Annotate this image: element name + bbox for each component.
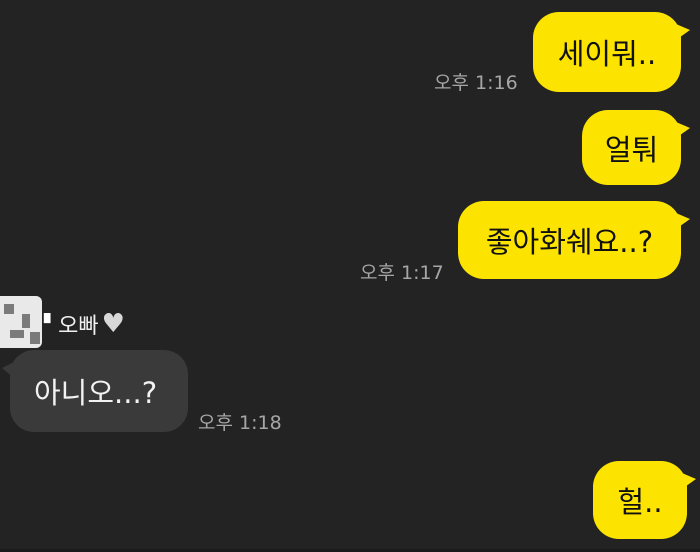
message-timestamp: 오후 1:16 <box>434 72 518 94</box>
message-timestamp: 오후 1:18 <box>198 412 282 434</box>
message-timestamp: 오후 1:17 <box>360 262 444 284</box>
outgoing-message-bubble[interactable]: 좋아화쉐요..? <box>458 201 690 279</box>
avatar-blur-block <box>30 332 40 344</box>
avatar-blur-block <box>10 330 24 338</box>
heart-icon: ♥ <box>101 309 125 339</box>
sender-name: 오빠 <box>58 314 99 339</box>
message-text: 좋아화쉐요..? <box>485 225 654 259</box>
sender-emoji-icon: ▘ <box>44 314 58 334</box>
sender-label: ▘ 오빠 ♥ <box>44 309 125 339</box>
chat-view: 세이뭐.. 오후 1:16 얼퉈 좋아화쉐요..? 오후 1:17 ▘ 오빠 ♥… <box>0 0 700 552</box>
sender-avatar[interactable] <box>0 296 42 348</box>
message-text: 얼퉈 <box>604 132 659 167</box>
message-text: 세이뭐.. <box>557 37 657 71</box>
incoming-message-bubble[interactable]: 아니오...? <box>2 350 188 432</box>
message-text: 헐.. <box>617 485 663 519</box>
outgoing-message-bubble[interactable]: 헐.. <box>593 461 696 539</box>
message-text: 아니오...? <box>34 376 158 410</box>
outgoing-message-bubble[interactable]: 세이뭐.. <box>533 12 690 92</box>
outgoing-message-bubble[interactable]: 얼퉈 <box>582 110 690 185</box>
avatar-blur-block <box>22 314 30 328</box>
avatar-blur-block <box>4 304 14 314</box>
